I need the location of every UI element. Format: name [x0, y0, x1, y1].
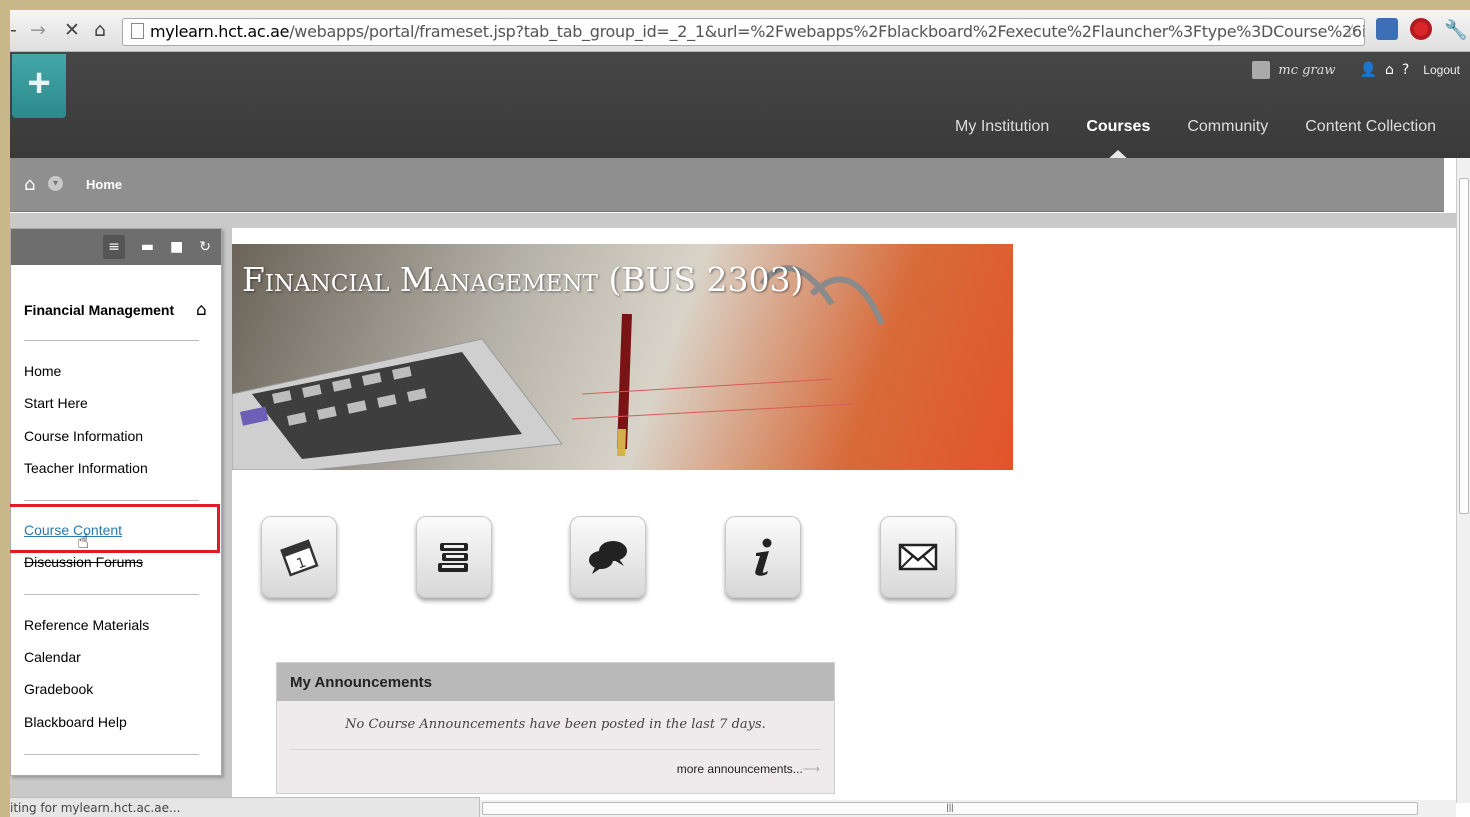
url-path: /webapps/portal/frameset.jsp?tab_tab_gro… [289, 22, 1365, 41]
breadcrumb: ⌂ ▾ Home [10, 158, 1444, 212]
wrench-icon[interactable]: 🔧 [1444, 19, 1468, 41]
menu-divider [24, 340, 199, 341]
bb-header: + mc graw 👤 ⌂ ? Logout My Institution Co… [10, 52, 1470, 161]
menu-item-home[interactable]: Home [24, 363, 61, 379]
tab-community[interactable]: Community [1187, 118, 1268, 136]
horizontal-scrollbar[interactable]: ||| [480, 800, 1456, 817]
tab-content-collection[interactable]: Content Collection [1305, 118, 1436, 136]
course-banner: Financial Management (BUS 2303) [232, 244, 1013, 470]
screen: - → ✕ ⌂ mylearn.hct.ac.ae/webapps/portal… [10, 10, 1470, 817]
refresh-icon[interactable]: ↻ [199, 239, 211, 255]
tab-my-institution[interactable]: My Institution [955, 118, 1049, 136]
chevron-down-icon[interactable]: ▾ [48, 176, 63, 191]
calendar-icon[interactable]: 1 [261, 516, 337, 598]
menu-divider [24, 754, 199, 755]
info-icon[interactable] [725, 516, 801, 598]
more-announcements-label[interactable]: more announcements... [677, 762, 803, 776]
breadcrumb-item[interactable]: Home [86, 177, 122, 192]
page-icon [131, 23, 144, 39]
user-area: mc graw 👤 ⌂ ? Logout [1252, 58, 1460, 82]
menu-item-start-here[interactable]: Start Here [24, 395, 88, 411]
menu-divider [24, 594, 199, 595]
status-bar: iting for mylearn.hct.ac.ae... [10, 797, 480, 817]
highlight-annotation [10, 504, 220, 553]
course-menu: ≡ ▬ ■ ↻ Financial Management ⌂ Home Star… [10, 228, 222, 776]
discussion-icon[interactable] [570, 516, 646, 598]
user-icon[interactable]: 👤 [1360, 62, 1377, 78]
arrow-right-icon: ⟶ [802, 762, 820, 776]
menu-divider [24, 500, 199, 501]
browser-toolbar: - → ✕ ⌂ mylearn.hct.ac.ae/webapps/portal… [10, 10, 1470, 52]
banner-title: Financial Management (BUS 2303) [242, 260, 804, 299]
menu-item-course-information[interactable]: Course Information [24, 428, 143, 444]
adblock-icon[interactable] [1410, 18, 1432, 40]
mail-icon[interactable] [880, 516, 956, 598]
menu-toolbar: ≡ ▬ ■ ↻ [11, 229, 221, 265]
menu-item-calendar[interactable]: Calendar [24, 649, 81, 665]
tab-courses[interactable]: Courses [1086, 118, 1150, 161]
stop-icon[interactable]: ✕ [64, 19, 80, 41]
menu-item-reference-materials[interactable]: Reference Materials [24, 617, 149, 633]
vertical-scrollbar[interactable] [1456, 158, 1470, 803]
home-icon[interactable]: ⌂ [94, 19, 106, 41]
translate-icon[interactable] [1376, 18, 1398, 40]
forward-icon[interactable]: → [30, 19, 46, 41]
announcements-message: No Course Announcements have been posted… [345, 717, 766, 732]
main-content: Financial Management (BUS 2303) 1 My Ann… [232, 228, 1456, 817]
add-tab-icon[interactable]: + [12, 54, 66, 118]
folder-view-icon[interactable]: ▬ [141, 239, 154, 255]
announcements-module: My Announcements No Course Announcements… [276, 662, 835, 794]
list-view-icon[interactable]: ≡ [103, 235, 125, 259]
scrollbar-thumb[interactable] [1459, 178, 1469, 514]
username[interactable]: mc graw [1278, 63, 1335, 78]
main-tabs: My Institution Courses Community Content… [955, 118, 1436, 161]
breadcrumb-home-icon[interactable]: ⌂ [24, 174, 35, 195]
menu-item-blackboard-help[interactable]: Blackboard Help [24, 714, 127, 730]
course-home-icon[interactable]: ⌂ [196, 300, 207, 320]
announcements-title: My Announcements [277, 663, 834, 701]
avatar[interactable] [1252, 61, 1271, 79]
menu-item-discussion-forums[interactable]: Discussion Forums [24, 554, 143, 570]
back-icon[interactable]: - [10, 19, 17, 41]
logout-link[interactable]: Logout [1423, 63, 1460, 77]
divider [290, 749, 821, 750]
scrollbar-thumb[interactable]: ||| [482, 802, 1418, 815]
new-window-icon[interactable]: ■ [170, 239, 183, 255]
more-announcements-link[interactable]: more announcements...⟶ [677, 762, 820, 776]
books-icon[interactable] [416, 516, 492, 598]
home-icon[interactable]: ⌂ [1385, 62, 1394, 78]
course-title[interactable]: Financial Management [24, 302, 174, 318]
bookmark-star-icon[interactable]: ☆ [1344, 19, 1360, 45]
menu-item-teacher-information[interactable]: Teacher Information [24, 460, 148, 476]
menu-item-gradebook[interactable]: Gradebook [24, 681, 93, 697]
help-icon[interactable]: ? [1402, 62, 1409, 78]
url-host: mylearn.hct.ac.ae [150, 22, 290, 41]
address-bar[interactable]: mylearn.hct.ac.ae/webapps/portal/framese… [122, 18, 1365, 46]
